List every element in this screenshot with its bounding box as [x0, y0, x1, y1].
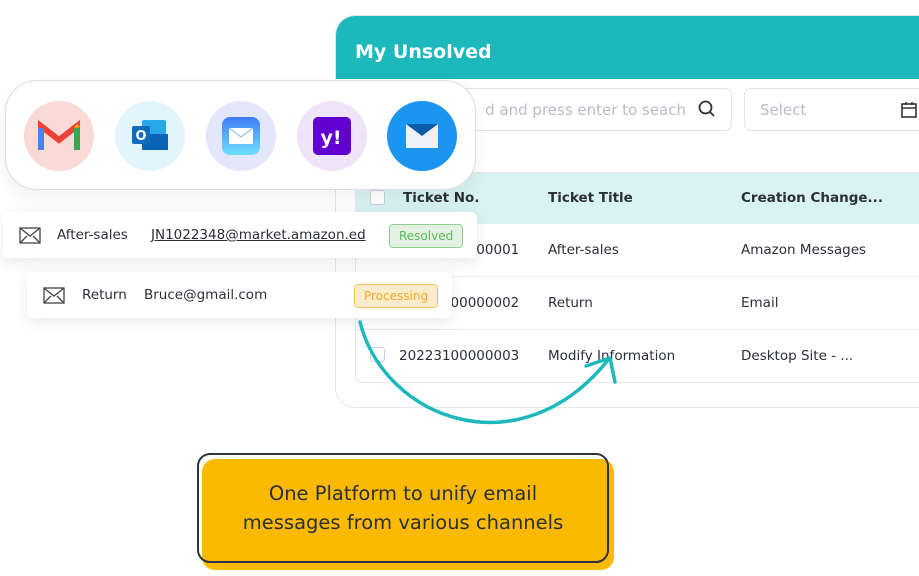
cta-text: One Platform to unify email messages fro…	[242, 482, 564, 534]
cta-banner: One Platform to unify email messages fro…	[197, 453, 609, 563]
